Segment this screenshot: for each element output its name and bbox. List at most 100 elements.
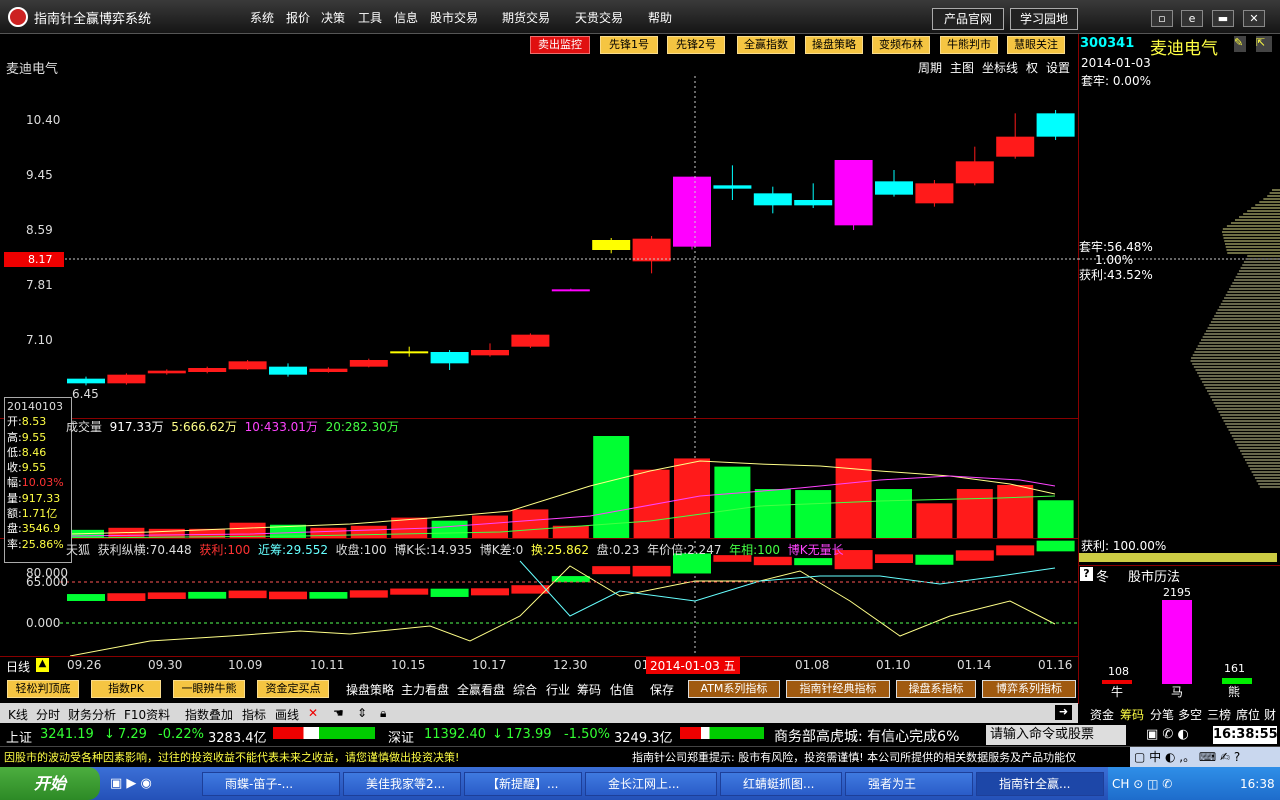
task-button[interactable]: 美佳我家等2... [343,772,461,796]
sh-index-value: 3241.19 [40,727,94,742]
tab-three-lists[interactable]: 三榜 [1207,706,1231,723]
news-ticker[interactable]: 商务部高虎城: 有信心完成6% [774,726,984,746]
menu-quote[interactable]: 报价 [286,9,310,26]
tab-industry[interactable]: 行业 [546,681,570,698]
fund-buy-point-button[interactable]: 资金定买点 [257,680,329,698]
restore-icon[interactable]: ▫ [1151,10,1173,27]
tab-intraday[interactable]: 分时 [36,706,60,723]
ie-icon[interactable]: e [1181,10,1203,27]
sell-monitor-button[interactable]: 卖出监控 [530,36,590,54]
expand-arrow-icon[interactable]: ➜ [1055,705,1072,720]
tab-chips[interactable]: 筹码 [577,681,601,698]
judge-top-bottom-button[interactable]: 轻松判顶底 [7,680,79,698]
volume-bar [876,489,912,538]
bollinger-button[interactable]: 变频布林 [872,36,930,54]
system-tray-icons[interactable]: ▣ ✆ ◐ [1146,727,1189,742]
period-up-icon[interactable]: ▲ [36,658,49,672]
tab-indicators[interactable]: 指标 [242,706,266,723]
command-input[interactable]: 请输入命令或股票 [986,725,1126,745]
game-indicator-button[interactable]: 博弈系列指标 [982,680,1076,698]
quick-launch-icons[interactable]: ▣ ▶ ◉ [110,776,152,791]
index-pk-button[interactable]: 指数PK [91,680,161,698]
delete-icon[interactable]: ✕ [308,706,318,720]
period-label[interactable]: 日线 [6,658,30,675]
start-button[interactable]: 开始 [0,767,100,800]
task-button-active[interactable]: 指南针全赢... [976,772,1104,796]
trading-indicator-button[interactable]: 操盘系指标 [896,680,976,698]
menu-system[interactable]: 系统 [250,9,274,26]
volume-bar [633,469,670,538]
task-button[interactable]: 【新提醒】... [464,772,582,796]
app-logo-icon [8,7,28,27]
market-calendar-chart [1102,600,1252,684]
classic-indicator-button[interactable]: 指南针经典指标 [786,680,890,698]
y-tick: 10.40 [26,113,61,127]
date-tick: 10.17 [472,658,507,672]
move-icon[interactable]: ⇕ [357,706,367,720]
watch-button[interactable]: 慧眼关注 [1007,36,1065,54]
minimize-icon[interactable]: ▬ [1212,10,1234,27]
tab-drawing[interactable]: 画线 [275,706,299,723]
info-low: 8.46 [21,445,47,459]
menu-info[interactable]: 信息 [394,9,418,26]
bull-bear-eye-button[interactable]: 一眼辨牛熊 [173,680,245,698]
menu-futures-trade[interactable]: 期货交易 [502,9,550,26]
volume-bar [795,490,832,538]
atm-series-button[interactable]: ATM系列指标 [688,680,780,698]
task-button[interactable]: 红蜻蜓抓图... [720,772,842,796]
indicator-bar [875,554,913,564]
chip-percent: 1.00% [1095,253,1134,267]
down-arrow-icon: ↓ [104,727,115,742]
tab-save[interactable]: 保存 [650,681,674,698]
candle-body [511,334,550,347]
bull-bear-button[interactable]: 牛熊判市 [940,36,998,54]
task-button[interactable]: 强者为王 [845,772,973,796]
tab-longshort[interactable]: 多空 [1178,706,1202,723]
pioneer2-button[interactable]: 先锋2号 [667,36,725,54]
chip-trapped-top: 套牢: 0.00% [1081,74,1151,88]
tab-seats[interactable]: 席位 [1236,706,1260,723]
task-button[interactable]: 金长江网上... [585,772,717,796]
pioneer1-button[interactable]: 先锋1号 [600,36,658,54]
tab-kline[interactable]: K线 [8,706,28,723]
pencil-icon[interactable]: ✎ [1234,36,1246,52]
menu-decision[interactable]: 决策 [321,9,345,26]
indicator-bar [147,592,186,599]
ime-indicator[interactable]: CH ⊙ ◫ ✆ [1112,777,1172,791]
candle-body [794,200,833,206]
product-site-button[interactable]: 产品官网 [932,8,1004,30]
tab-valuation[interactable]: 估值 [610,681,634,698]
menu-stock-trade[interactable]: 股市交易 [430,9,478,26]
date-tick: 09.26 [67,658,102,672]
tab-chip[interactable]: 筹码 [1120,706,1144,723]
tab-index-overlay[interactable]: 指数叠加 [185,706,233,723]
info-high: 9.55 [21,430,47,444]
tab-finance[interactable]: 财务分析 [68,706,116,723]
price-chart[interactable] [0,56,1078,656]
volume-bar [350,525,387,538]
tab-full-win[interactable]: 全赢看盘 [457,681,505,698]
task-button[interactable]: 雨蝶-笛子-... [202,772,340,796]
menu-help[interactable]: 帮助 [648,9,672,26]
close-icon[interactable]: ✕ [1243,10,1265,27]
ime-toolbar[interactable]: ▢ 中 ◐ ,。 ⌨ ✍ ? [1130,747,1280,767]
export-icon[interactable]: ⇱ [1256,36,1272,52]
tab-fund[interactable]: 资金 [1090,706,1114,723]
lock-icon[interactable]: 🔒︎ [380,706,386,721]
help-icon[interactable]: ? [1080,567,1093,581]
menu-tiangui-trade[interactable]: 天贵交易 [575,9,623,26]
date-tick: 10.09 [228,658,263,672]
learning-button[interactable]: 学习园地 [1010,8,1078,30]
hand-icon[interactable]: ☚ [333,706,344,720]
candle-body [834,160,873,226]
tab-strategy[interactable]: 操盘策略 [346,681,394,698]
tab-composite[interactable]: 综合 [513,681,537,698]
strategy-button[interactable]: 操盘策略 [805,36,863,54]
menu-tools[interactable]: 工具 [358,9,382,26]
volume-bar [754,489,791,538]
full-win-index-button[interactable]: 全赢指数 [737,36,795,54]
tab-f10[interactable]: F10资料 [124,706,170,723]
indicator-bar [188,591,227,599]
tab-ticks[interactable]: 分笔 [1150,706,1174,723]
tab-main-force[interactable]: 主力看盘 [401,681,449,698]
